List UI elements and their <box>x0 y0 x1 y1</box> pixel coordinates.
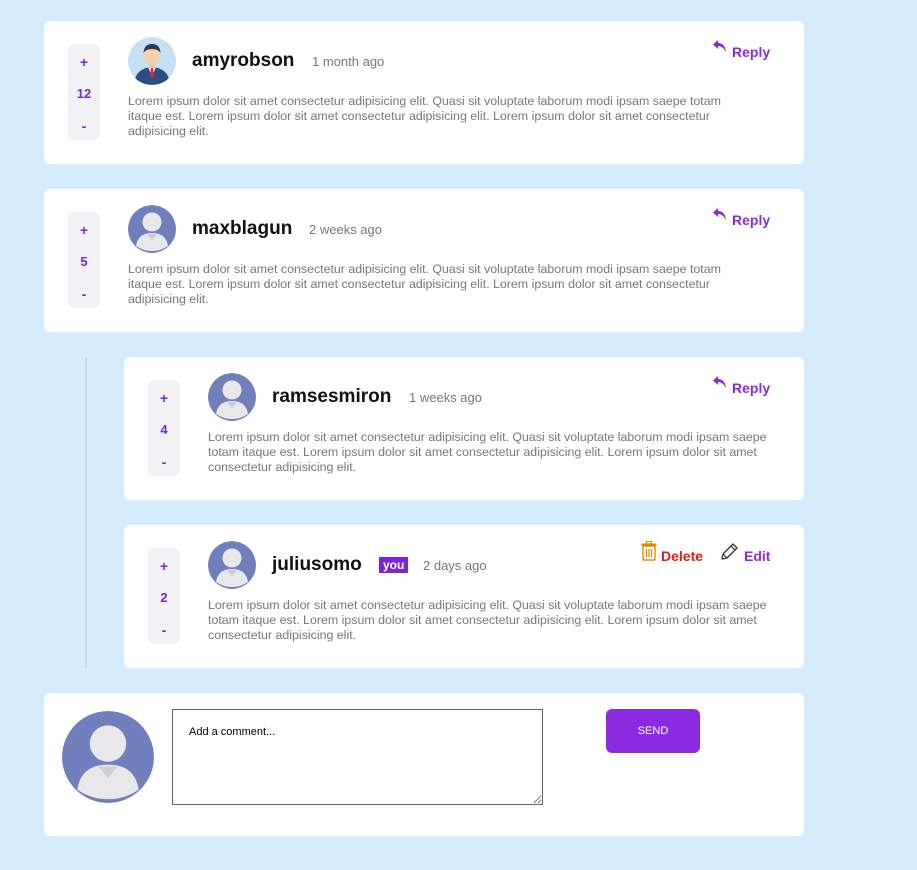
reply-button[interactable]: Reply <box>712 206 770 228</box>
reply-label: Reply <box>732 380 771 396</box>
send-button[interactable]: SEND <box>606 709 700 753</box>
score-voter: + 4 - <box>148 380 180 476</box>
reply-label: Reply <box>732 212 771 228</box>
comment-body: Lorem ipsum dolor sit amet consectetur a… <box>128 94 721 138</box>
downvote-button[interactable]: - <box>148 454 180 470</box>
businessman-avatar-icon <box>128 37 176 85</box>
score-count: 4 <box>160 422 168 437</box>
edit-button[interactable]: Edit <box>720 541 770 564</box>
comment-time: 1 month ago <box>312 54 385 69</box>
reply-label: Reply <box>732 44 771 60</box>
comment-time: 2 weeks ago <box>309 222 382 237</box>
downvote-button[interactable]: - <box>148 622 180 638</box>
reply-arrow-icon <box>712 374 728 390</box>
reply-arrow-icon <box>712 206 728 222</box>
edit-label: Edit <box>744 548 771 564</box>
delete-button[interactable]: Delete <box>641 541 703 564</box>
upvote-button[interactable]: + <box>68 222 100 238</box>
reply-time: 1 weeks ago <box>409 390 482 405</box>
reply-thread-line <box>85 357 87 668</box>
default-user-avatar-icon <box>128 205 176 253</box>
comment-card: + 5 - maxblagun 2 weeks ago Reply Lorem … <box>44 189 804 332</box>
reply-card: + 2 - juliusomo you 2 days ago Delete Ed… <box>124 525 804 668</box>
upvote-button[interactable]: + <box>148 390 180 406</box>
score-voter: + 12 - <box>68 44 100 140</box>
reply-username: ramsesmiron <box>272 386 392 407</box>
reply-arrow-icon <box>712 38 728 54</box>
comment-username: maxblagun <box>192 218 293 239</box>
default-user-avatar-icon <box>208 373 256 421</box>
reply-time: 2 days ago <box>423 558 487 573</box>
trash-icon <box>641 541 657 561</box>
comment-input[interactable] <box>172 709 543 805</box>
reply-username: juliusomo <box>272 554 362 575</box>
reply-button[interactable]: Reply <box>712 374 770 396</box>
downvote-button[interactable]: - <box>68 286 100 302</box>
delete-label: Delete <box>661 548 704 564</box>
reply-card: + 4 - ramsesmiron 1 weeks ago Reply Lore… <box>124 357 804 500</box>
score-count: 5 <box>80 254 88 269</box>
reply-body: Lorem ipsum dolor sit amet consectetur a… <box>208 598 767 642</box>
upvote-button[interactable]: + <box>148 558 180 574</box>
default-user-avatar-icon <box>208 541 256 589</box>
comment-body: Lorem ipsum dolor sit amet consectetur a… <box>128 262 721 306</box>
you-badge: you <box>379 557 409 573</box>
pencil-icon <box>720 541 740 561</box>
score-count: 2 <box>160 590 168 605</box>
comment-username: amyrobson <box>192 50 295 71</box>
comment-card: + 12 - amyrobson 1 month ago Reply Lorem… <box>44 21 804 164</box>
reply-button[interactable]: Reply <box>712 38 770 60</box>
reply-body: Lorem ipsum dolor sit amet consectetur a… <box>208 430 767 474</box>
downvote-button[interactable]: - <box>68 118 100 134</box>
upvote-button[interactable]: + <box>68 54 100 70</box>
score-voter: + 2 - <box>148 548 180 644</box>
default-user-avatar-icon <box>62 711 154 803</box>
score-voter: + 5 - <box>68 212 100 308</box>
score-count: 12 <box>76 86 92 101</box>
